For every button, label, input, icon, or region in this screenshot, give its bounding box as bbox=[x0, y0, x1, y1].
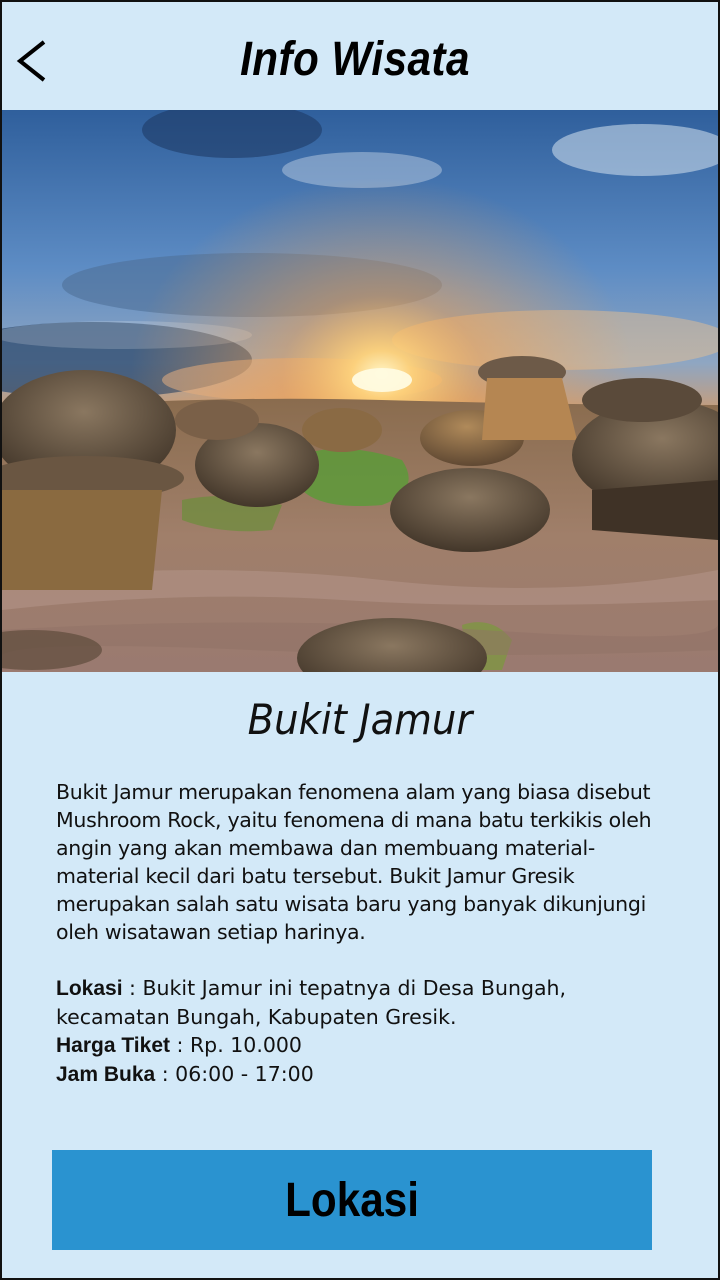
info-lokasi-value: : Bukit Jamur ini tepatnya di Desa Bunga… bbox=[56, 976, 567, 1029]
hero-image bbox=[2, 110, 718, 672]
place-name: Bukit Jamur bbox=[247, 695, 473, 744]
info-jam-label: Jam Buka bbox=[56, 1063, 156, 1086]
screen: Info Wisata Bukit Jamur Bukit Jamur meru… bbox=[0, 0, 720, 1280]
info-harga-value: : Rp. 10.000 bbox=[170, 1033, 302, 1057]
info-harga-row: Harga Tiket : Rp. 10.000 bbox=[56, 1031, 668, 1060]
lokasi-button-label: Lokasi bbox=[285, 1173, 419, 1227]
place-info: Lokasi : Bukit Jamur ini tepatnya di Des… bbox=[56, 974, 668, 1089]
info-harga-label: Harga Tiket bbox=[56, 1034, 170, 1057]
place-description: Bukit Jamur merupakan fenomena alam yang… bbox=[56, 780, 652, 944]
info-jam-row: Jam Buka : 06:00 - 17:00 bbox=[56, 1060, 668, 1089]
app-header: Info Wisata bbox=[2, 2, 718, 110]
info-jam-value: : 06:00 - 17:00 bbox=[155, 1062, 314, 1086]
info-lokasi-row: Lokasi : Bukit Jamur ini tepatnya di Des… bbox=[56, 974, 668, 1031]
page-title: Info Wisata bbox=[240, 33, 470, 86]
info-lokasi-label: Lokasi bbox=[56, 977, 123, 1000]
place-details: Bukit Jamur merupakan fenomena alam yang… bbox=[56, 778, 668, 1089]
lokasi-button[interactable]: Lokasi bbox=[52, 1150, 652, 1250]
